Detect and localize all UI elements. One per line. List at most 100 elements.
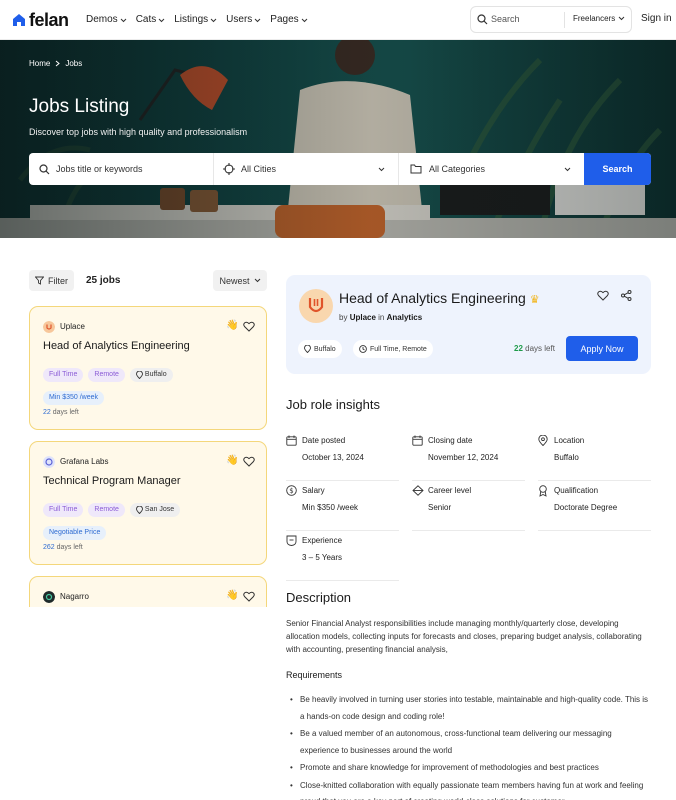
search-scope-select[interactable]: Freelancers [573, 14, 625, 23]
jobs-count: 25 jobs [86, 275, 121, 286]
top-nav: felan Demos Cats Listings Users Pages Se… [0, 0, 676, 40]
nav-search-input[interactable]: Search [491, 14, 520, 24]
award-icon [539, 485, 547, 497]
job-detail-title: Head of Analytics Engineering ♛ [339, 290, 540, 306]
city-select[interactable]: All Cities [223, 153, 389, 185]
hero-banner: Home Jobs Jobs Listing Discover top jobs… [0, 40, 676, 238]
nav-search[interactable]: Search Freelancers [470, 6, 632, 33]
hand-icon: 👋 [226, 590, 239, 601]
breadcrumb-current: Jobs [65, 59, 83, 68]
menu-item-demos[interactable]: Demos [86, 13, 127, 27]
experience-icon [286, 535, 297, 546]
menu-item-listings[interactable]: Listings [174, 13, 217, 27]
location-tag: San Jose [129, 503, 181, 517]
heart-icon[interactable] [243, 456, 255, 467]
byline-company[interactable]: Uplace [350, 313, 376, 322]
job-tags: Full Time Remote San Jose [43, 503, 181, 517]
job-title[interactable]: Technical Program Manager [43, 475, 181, 487]
category-value: All Categories [429, 164, 486, 174]
map-pin-icon [304, 345, 311, 353]
breadcrumb: Home Jobs [29, 59, 82, 68]
filter-button[interactable]: Filter [29, 270, 74, 291]
byline-category[interactable]: Analytics [387, 313, 423, 322]
insights-title: Job role insights [286, 397, 380, 412]
category-select[interactable]: All Categories [410, 153, 576, 185]
insight-label: Salary [302, 486, 325, 495]
job-title[interactable]: Head of Analytics Engineering [43, 340, 190, 352]
dollar-icon: $ [286, 485, 297, 496]
career-icon [412, 485, 424, 496]
logo-text: felan [29, 10, 69, 30]
location-label: San Jose [144, 506, 175, 513]
insight-closing-date: Closing date November 12, 2024 [412, 435, 525, 481]
sort-select[interactable]: Newest [213, 270, 267, 291]
insight-date-posted: Date posted October 13, 2024 [286, 435, 399, 481]
menu-item-users[interactable]: Users [226, 13, 261, 27]
salary-row: Negotiable Price [43, 521, 107, 540]
heart-icon[interactable] [243, 321, 255, 332]
keyword-input[interactable]: Jobs title or keywords [56, 164, 143, 174]
calendar-icon [286, 435, 297, 446]
company-name[interactable]: Nagarro [60, 592, 89, 601]
job-search-bar: Jobs title or keywords All Cities All Ca… [29, 153, 651, 185]
page-subtitle: Discover top jobs with high quality and … [29, 127, 248, 137]
apply-now-button[interactable]: Apply Now [566, 336, 638, 361]
days-left-suffix: days left [56, 544, 83, 551]
heart-icon[interactable] [597, 290, 609, 301]
insight-value: 3 – 5 Years [302, 553, 343, 562]
job-detail-title-text: Head of Analytics Engineering [339, 290, 526, 306]
chevron-down-icon [301, 18, 307, 22]
job-type-tag: Full Time [43, 503, 84, 517]
menu-item-pages[interactable]: Pages [270, 13, 307, 27]
filter-label: Filter [48, 275, 68, 286]
insight-label: Experience [302, 536, 343, 545]
share-icon[interactable] [621, 290, 632, 301]
hero-overlay [0, 40, 676, 238]
clock-icon [359, 345, 367, 353]
keyword-field[interactable]: Jobs title or keywords [39, 153, 143, 185]
insight-value: Doctorate Degree [554, 503, 618, 512]
insight-value: Buffalo [554, 453, 579, 462]
breadcrumb-home[interactable]: Home [29, 59, 50, 68]
days-left: 22 days left [514, 344, 555, 353]
menu-label: Pages [270, 14, 299, 25]
folder-icon [410, 164, 422, 174]
job-list: Uplace 👋 Head of Analytics Engineering F… [29, 306, 268, 607]
days-left-count: 22 [514, 344, 523, 353]
job-tags: Full Time Remote Buffalo [43, 368, 173, 382]
company-name[interactable]: Uplace [60, 322, 85, 331]
insight-value: Senior [428, 503, 452, 512]
job-card[interactable]: Nagarro 👋 [29, 576, 267, 607]
company-name[interactable]: Grafana Labs [60, 457, 108, 466]
job-card[interactable]: Uplace 👋 Head of Analytics Engineering F… [29, 306, 267, 430]
search-button[interactable]: Search [584, 153, 651, 185]
map-pin-icon [135, 506, 143, 514]
chevron-down-icon [210, 18, 217, 22]
location-label: Buffalo [144, 371, 167, 378]
days-left-suffix: days left [525, 344, 555, 353]
chevron-down-icon [254, 18, 261, 22]
city-value: All Cities [241, 164, 277, 174]
days-left-count: 22 [43, 409, 51, 416]
sort-label: Newest [219, 275, 250, 286]
search-icon [477, 14, 488, 25]
job-type-tag: Full Time [43, 368, 84, 382]
job-card[interactable]: Grafana Labs 👋 Technical Program Manager… [29, 441, 267, 565]
salary-tag: Negotiable Price [43, 526, 107, 540]
salary-row: Min $350 /week [43, 386, 105, 405]
logo-house-icon [13, 14, 25, 26]
insight-qualification: Qualification Doctorate Degree [538, 485, 651, 531]
chevron-down-icon [564, 167, 571, 172]
menu-item-cats[interactable]: Cats [136, 13, 166, 27]
sign-in-link[interactable]: Sign in [641, 13, 672, 24]
uplace-logo-icon [308, 298, 324, 313]
heart-icon[interactable] [243, 591, 255, 602]
nagarro-logo-icon [43, 591, 55, 603]
logo[interactable]: felan [12, 10, 69, 30]
list-item: Promote and share knowledge for improvem… [290, 760, 650, 777]
page-title: Jobs Listing [29, 96, 130, 117]
crosshair-icon [223, 163, 235, 175]
list-item: Be a valued member of an autonomous, cro… [290, 726, 650, 759]
menu-label: Demos [86, 14, 118, 25]
chevron-down-icon [158, 18, 165, 22]
